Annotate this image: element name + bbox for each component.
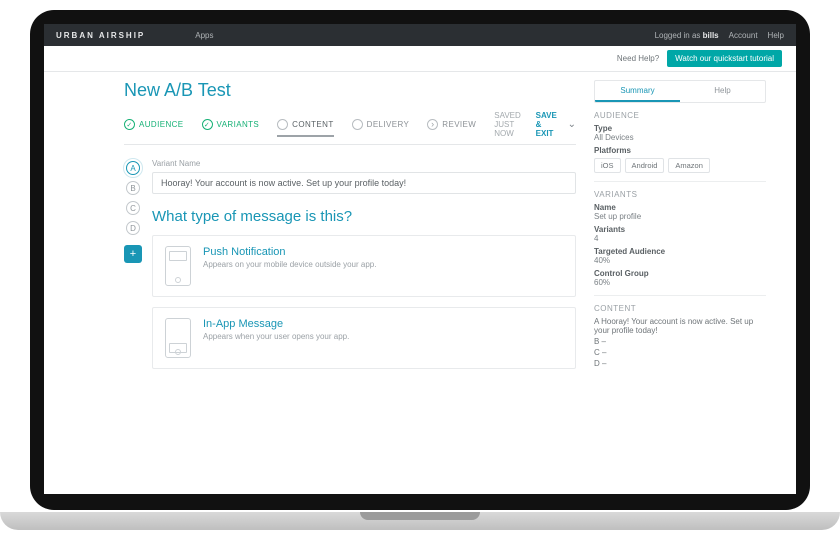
section-variants: VARIANTS	[594, 190, 766, 199]
step-review[interactable]: REVIEW	[427, 119, 476, 130]
option-in-app-message[interactable]: In-App Message Appears when your user op…	[152, 307, 576, 369]
add-variant-button[interactable]: +	[124, 245, 142, 263]
check-icon: ✓	[124, 119, 135, 130]
chip-ios: iOS	[594, 158, 621, 173]
variants-k: Variants	[594, 225, 766, 234]
need-help-label: Need Help?	[617, 54, 659, 63]
brand-logo: URBAN AIRSHIP	[56, 31, 145, 40]
chip-android: Android	[625, 158, 665, 173]
nav-apps[interactable]: Apps	[195, 31, 213, 40]
chevron-down-icon[interactable]: ⌄	[568, 119, 576, 130]
option-title: In-App Message	[203, 318, 349, 330]
content-c: C –	[594, 348, 766, 357]
variants-v: 4	[594, 234, 766, 243]
option-title: Push Notification	[203, 246, 376, 258]
step-variants[interactable]: ✓ VARIANTS	[202, 119, 260, 130]
section-audience: AUDIENCE	[594, 111, 766, 120]
nav-help[interactable]: Help	[768, 31, 784, 40]
audience-type-v: All Devices	[594, 133, 766, 142]
chip-amazon: Amazon	[668, 158, 710, 173]
option-push-notification[interactable]: Push Notification Appears on your mobile…	[152, 235, 576, 297]
targeted-v: 40%	[594, 256, 766, 265]
circle-icon	[352, 119, 363, 130]
variant-dot-b[interactable]: B	[126, 181, 140, 195]
content-d: D –	[594, 359, 766, 368]
logged-in-text: Logged in as bills	[655, 31, 719, 40]
top-nav: URBAN AIRSHIP Apps Logged in as bills Ac…	[44, 24, 796, 46]
tab-help[interactable]: Help	[680, 81, 765, 102]
option-desc: Appears on your mobile device outside yo…	[203, 260, 376, 269]
nav-account[interactable]: Account	[729, 31, 758, 40]
option-desc: Appears when your user opens your app.	[203, 332, 349, 341]
page-title: New A/B Test	[124, 80, 576, 101]
name-v: Set up profile	[594, 212, 766, 221]
help-bar: Need Help? Watch our quickstart tutorial	[44, 46, 796, 72]
phone-inapp-icon	[165, 318, 191, 358]
message-type-heading: What type of message is this?	[152, 208, 576, 225]
variant-dot-d[interactable]: D	[126, 221, 140, 235]
save-exit-button[interactable]: SAVE & EXIT	[536, 111, 558, 138]
tab-summary[interactable]: Summary	[595, 81, 680, 102]
phone-push-icon	[165, 246, 191, 286]
step-content[interactable]: CONTENT	[277, 119, 333, 137]
variant-name-label: Variant Name	[152, 159, 576, 168]
arrow-icon	[427, 119, 438, 130]
section-content: CONTENT	[594, 304, 766, 313]
variant-rail: A B C D +	[124, 159, 142, 379]
targeted-k: Targeted Audience	[594, 247, 766, 256]
content-b: B –	[594, 337, 766, 346]
circle-icon	[277, 119, 288, 130]
tutorial-button[interactable]: Watch our quickstart tutorial	[667, 50, 782, 67]
step-audience[interactable]: ✓ AUDIENCE	[124, 119, 184, 130]
control-k: Control Group	[594, 269, 766, 278]
variant-dot-a[interactable]: A	[126, 161, 140, 175]
variant-name-input[interactable]: Hooray! Your account is now active. Set …	[152, 172, 576, 194]
control-v: 60%	[594, 278, 766, 287]
variant-dot-c[interactable]: C	[126, 201, 140, 215]
step-nav: ✓ AUDIENCE ✓ VARIANTS CONTENT DELIVERY	[124, 111, 576, 145]
step-delivery[interactable]: DELIVERY	[352, 119, 410, 130]
audience-type-k: Type	[594, 124, 766, 133]
platforms-k: Platforms	[594, 146, 766, 155]
saved-status: SAVED JUST NOW	[494, 111, 525, 138]
summary-panel: Summary Help AUDIENCE Type All Devices P…	[594, 80, 766, 379]
check-icon: ✓	[202, 119, 213, 130]
name-k: Name	[594, 203, 766, 212]
content-a: A Hooray! Your account is now active. Se…	[594, 317, 766, 335]
